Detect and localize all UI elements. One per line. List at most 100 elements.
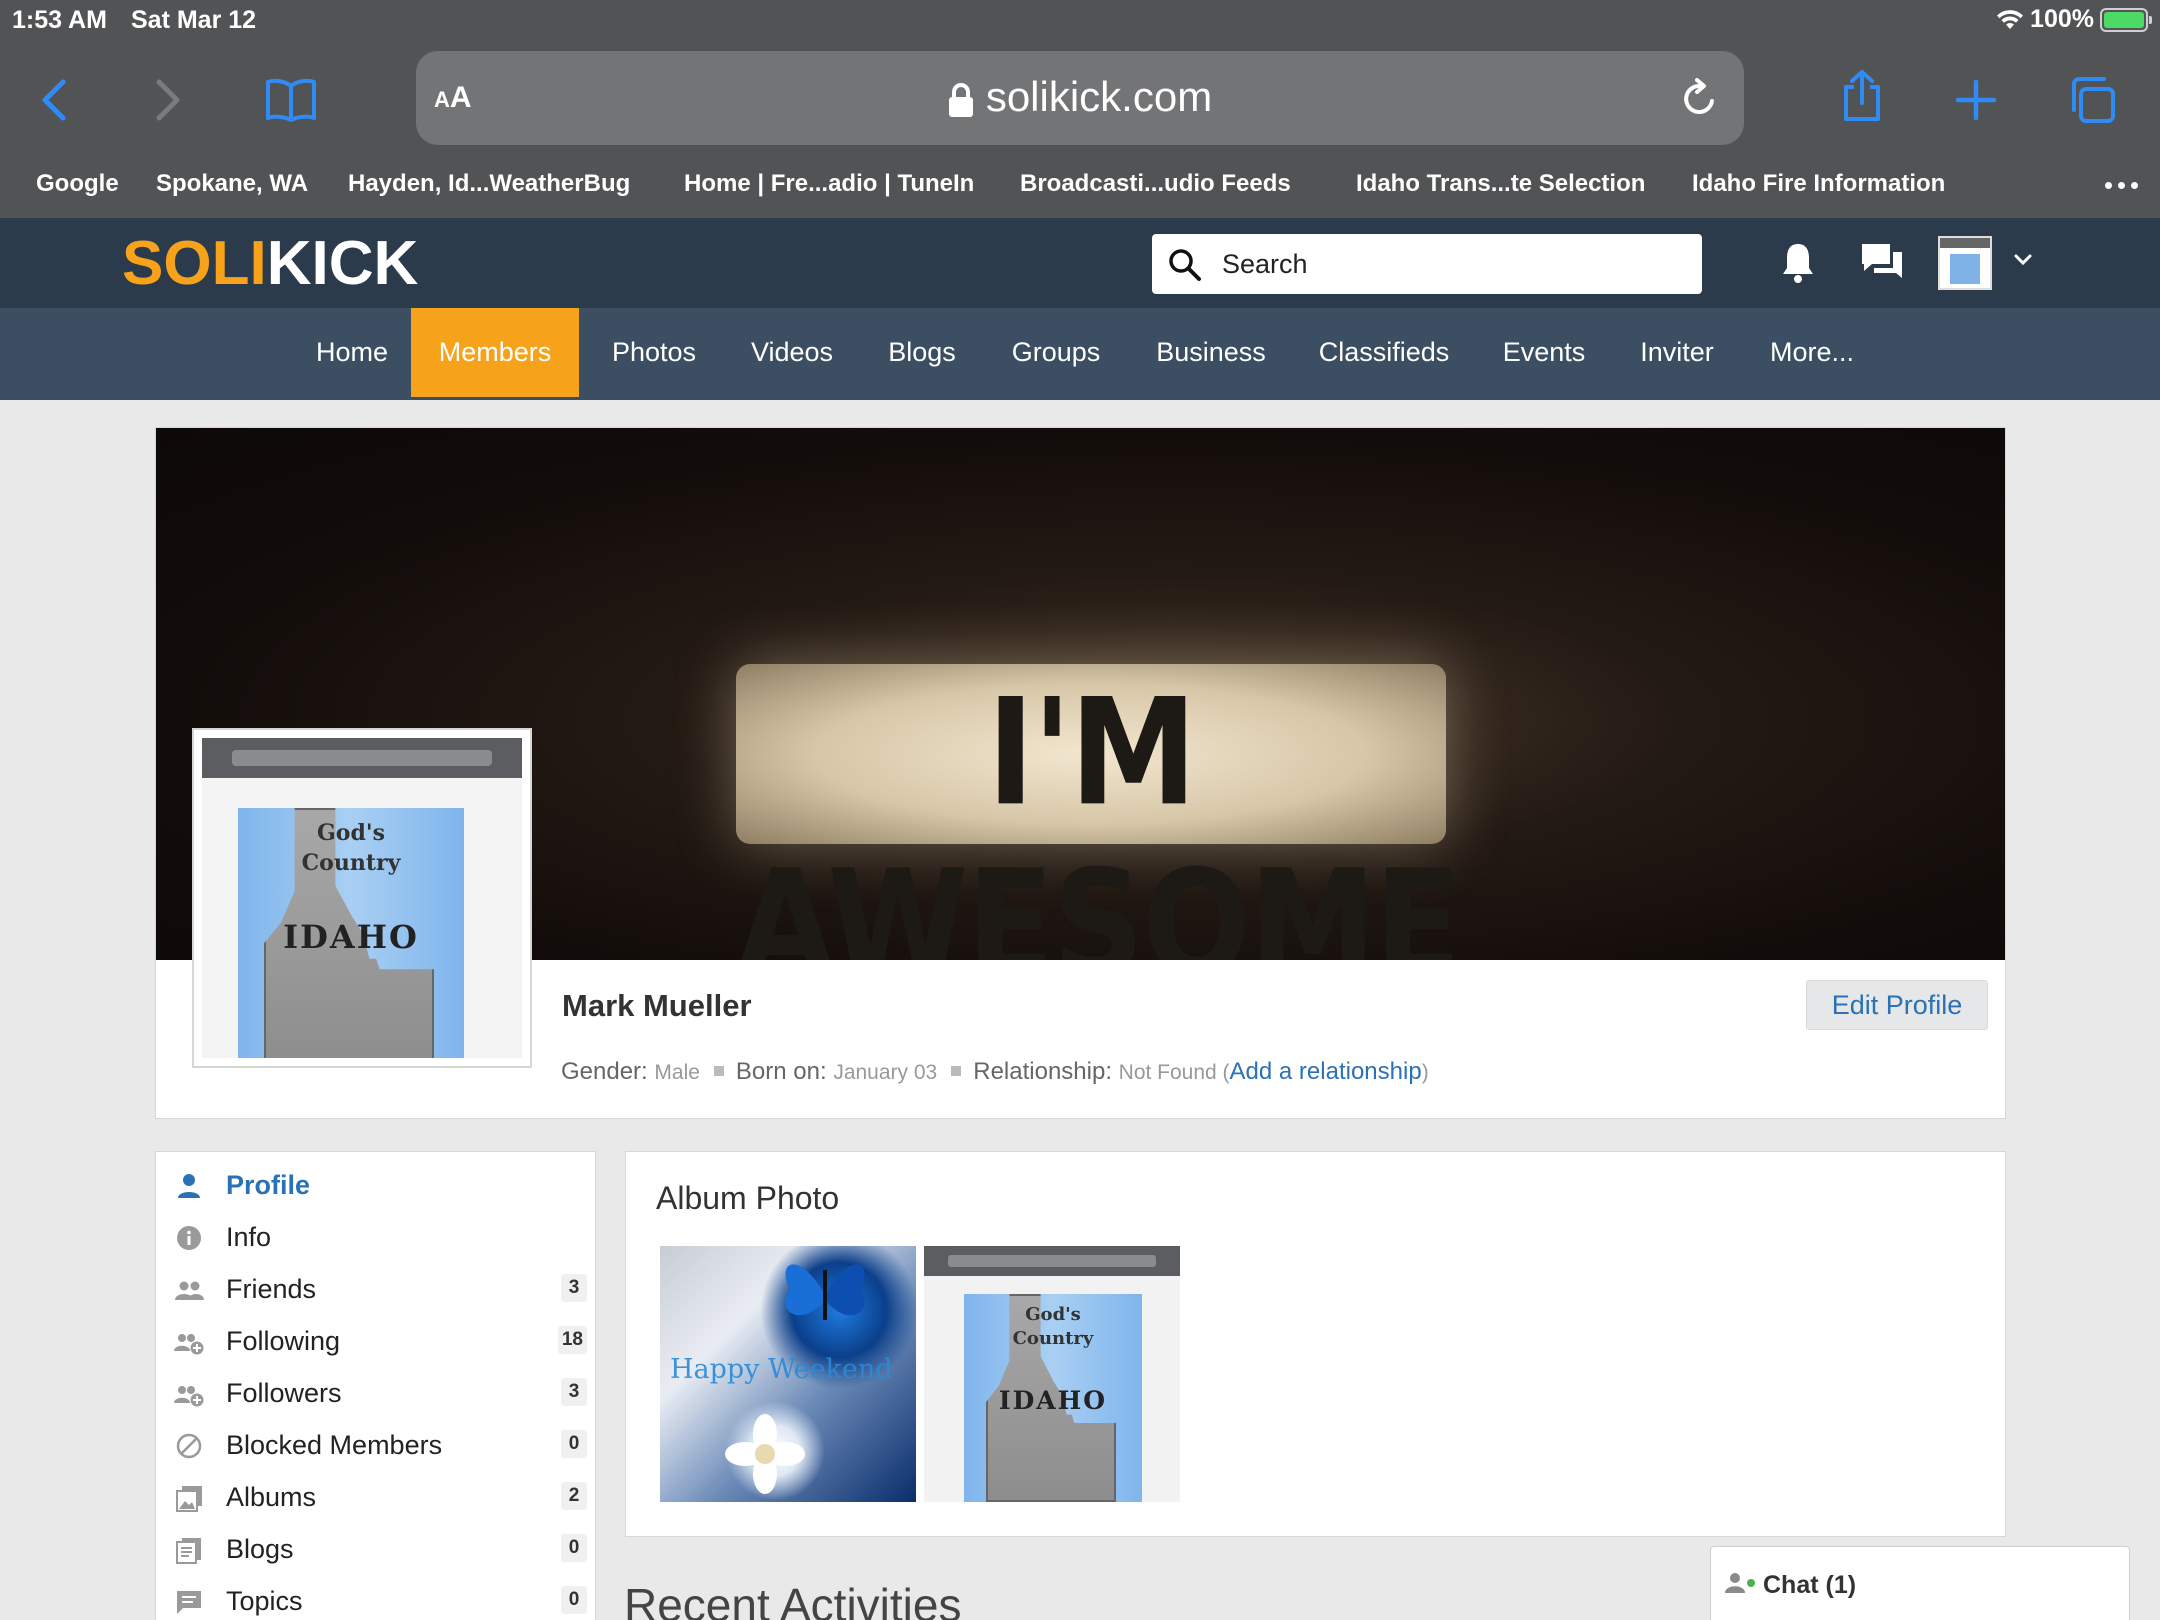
logo-part1: SOLI [122,229,267,298]
following-icon [174,1334,204,1355]
new-tab-button[interactable] [1946,70,2006,130]
album-photo2-line2: Country [1012,1328,1094,1349]
search-icon [1169,249,1201,281]
status-date: Sat Mar 12 [131,6,257,34]
battery-percent: 100% [2030,5,2094,33]
menu-item-inviter[interactable]: Inviter [1632,308,1722,397]
avatar-text-line2: Country [301,850,401,876]
followers-icon [174,1386,204,1407]
born-label: Born on: [735,1058,827,1085]
chat-widget[interactable]: Chat (1) [1710,1546,2130,1620]
battery-icon [2100,7,2152,32]
sidenav-item-followers[interactable]: Followers 3 [156,1368,595,1420]
bookmark-link[interactable]: Home | Fre...adio | TuneIn [684,170,974,198]
site-logo[interactable]: SOLIKICK [122,228,418,299]
sidenav-label: Followers [226,1378,342,1408]
menu-item-members[interactable]: Members [411,308,579,397]
logo-part2: KICK [266,229,419,298]
wifi-icon [1997,9,2024,29]
share-button[interactable] [1832,66,1892,126]
album-photo2-line1: God's [1025,1304,1081,1325]
sidenav-item-profile[interactable]: Profile [156,1160,595,1212]
followers-count: 3 [561,1378,587,1406]
sidenav-label: Profile [226,1170,311,1200]
avatar-text-line3: IDAHO [283,918,419,956]
avatar-text-line1: God's [317,820,385,846]
main-menu: Home Members Photos Videos Blogs Groups … [0,308,2160,400]
plus-icon [1956,80,1996,120]
share-icon [1844,70,1880,121]
profile-meta: Gender: Male Born on: January 03 Relations… [561,1058,1429,1085]
blogs-icon [176,1538,201,1564]
menu-item-photos[interactable]: Photos [596,308,712,397]
menu-item-groups[interactable]: Groups [998,308,1114,397]
back-button[interactable] [24,70,84,130]
friends-icon [175,1281,204,1300]
messages-icon[interactable] [1860,240,1904,284]
profile-avatar[interactable]: God's Country IDAHO [192,728,532,1068]
address-bar[interactable]: AA solikick.com [416,51,1744,145]
menu-item-blogs[interactable]: Blogs [872,308,972,397]
menu-item-events[interactable]: Events [1494,308,1594,397]
menu-item-home[interactable]: Home [296,308,408,397]
album-photo-happy-weekend[interactable]: Happy Weekend [660,1246,916,1502]
tabs-button[interactable] [2062,70,2122,130]
bookmark-link[interactable]: Hayden, Id...WeatherBug [348,170,630,198]
sidenav-item-following[interactable]: Following 18 [156,1316,595,1368]
lock-icon [948,82,973,117]
profile-card: I'M AWESOME God's Country IDAHO Mark Mue… [155,427,2006,1119]
relationship-value: Not Found [1118,1061,1217,1084]
profile-sidenav: Profile Info Friends 3 Following 18 Foll… [155,1151,596,1620]
menu-item-classifieds[interactable]: Classifieds [1306,308,1462,397]
sidenav-item-friends[interactable]: Friends 3 [156,1264,595,1316]
edit-profile-button[interactable]: Edit Profile [1806,980,1988,1030]
status-right: 100% [1996,5,2152,34]
gender-label: Gender: [561,1058,648,1085]
bookmark-link[interactable]: Spokane, WA [156,170,308,198]
menu-item-videos[interactable]: Videos [734,308,850,397]
favorites-bar: Google Spokane, WA Hayden, Id...WeatherB… [0,170,2160,204]
born-value: January 03 [833,1061,938,1084]
url-display[interactable]: solikick.com [416,73,1744,121]
status-time: 1:53 AM [12,6,107,34]
sidenav-item-blogs[interactable]: Blogs 0 [156,1524,595,1576]
user-avatar[interactable] [1938,236,1992,290]
relationship-label: Relationship: [973,1058,1112,1085]
sidenav-item-info[interactable]: Info [156,1212,595,1264]
more-bookmarks-icon[interactable] [2105,182,2138,189]
sidenav-label: Friends [226,1274,317,1304]
bookmark-link[interactable]: Idaho Trans...te Selection [1356,170,1645,198]
person-icon [178,1174,200,1198]
bookmark-link[interactable]: Idaho Fire Information [1692,170,1945,198]
following-count: 18 [557,1326,587,1354]
blocked-icon [176,1433,202,1459]
bookmark-link[interactable]: Broadcasti...udio Feeds [1020,170,1291,198]
album-photo1-text: Happy Weekend [670,1354,893,1385]
recent-activities-heading: Recent Activities [624,1579,962,1620]
chevron-down-icon[interactable] [2014,254,2032,266]
reload-icon[interactable] [1680,77,1720,119]
bookmarks-button[interactable] [261,70,321,130]
sidenav-label: Info [226,1222,272,1252]
sidenav-item-blocked[interactable]: Blocked Members 0 [156,1420,595,1472]
menu-item-more[interactable]: More... [1762,308,1862,397]
book-icon [266,78,316,122]
sidenav-item-albums[interactable]: Albums 2 [156,1472,595,1524]
album-photo-idaho[interactable]: God's Country IDAHO [924,1246,1180,1502]
bookmark-link[interactable]: Google [36,170,119,198]
idaho-image: God's Country IDAHO [964,1294,1142,1502]
sidenav-item-topics[interactable]: Topics 0 [156,1576,595,1620]
add-relationship-link[interactable]: Add a relationship [1230,1058,1422,1085]
menu-item-business[interactable]: Business [1144,308,1278,397]
album-title: Album Photo [656,1180,840,1216]
topics-count: 0 [561,1586,587,1614]
cover-text: I'M AWESOME [736,667,1462,960]
topics-icon [177,1591,201,1614]
flower-icon [725,1414,805,1494]
search-input[interactable] [1222,244,1682,284]
sidenav-label: Topics [226,1586,303,1616]
site-search[interactable] [1152,234,1702,294]
albums-count: 2 [561,1482,587,1510]
bell-icon[interactable] [1780,240,1816,284]
forward-button[interactable] [138,70,198,130]
